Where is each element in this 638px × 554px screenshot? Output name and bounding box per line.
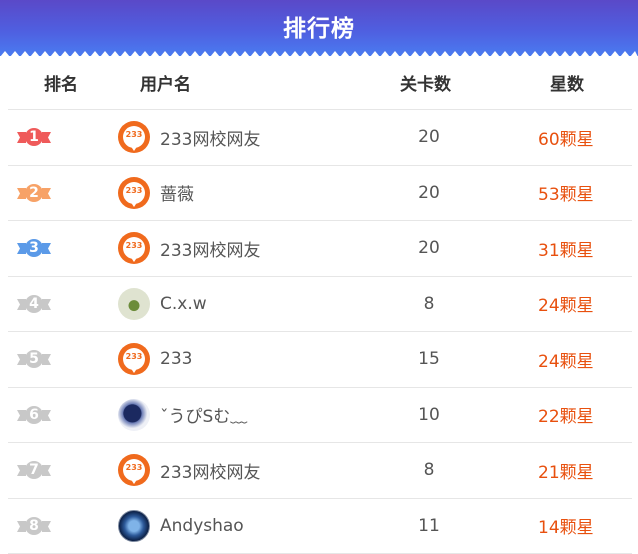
star-count: 14颗星 — [538, 499, 594, 554]
star-count: 24颗星 — [538, 332, 594, 387]
rank-badge-cell: 8 — [14, 499, 54, 554]
table-row: 2 233 蔷薇 20 53颗星 — [8, 166, 632, 222]
avatar-cell — [118, 388, 150, 443]
rank-number: 4 — [16, 293, 52, 315]
rank-badge-cell: 7 — [14, 443, 54, 498]
table-row: 4 C.x.w 8 24颗星 — [8, 277, 632, 333]
level-count: 10 — [404, 388, 454, 443]
avatar: 233 — [118, 454, 150, 486]
avatar — [118, 510, 150, 542]
avatar — [118, 399, 150, 431]
avatar: 233 — [118, 343, 150, 375]
column-header-rank: 排名 — [44, 56, 78, 109]
avatar-cell: 233 — [118, 166, 150, 221]
rank-badge-cell: 3 — [14, 221, 54, 276]
table-header-row: 排名 用户名 关卡数 星数 — [8, 56, 632, 110]
avatar-logo-text: 233 — [118, 241, 150, 250]
avatar-cell: 233 — [118, 110, 150, 165]
leaderboard-table: 排名 用户名 关卡数 星数 1 233 233网校网友 20 60颗星 2 233 蔷薇 20 5… — [0, 56, 638, 554]
rank-ribbon-icon: 3 — [16, 237, 52, 259]
username: Andyshao — [160, 499, 244, 554]
rank-ribbon-icon: 4 — [16, 293, 52, 315]
rank-number: 3 — [16, 237, 52, 259]
avatar-logo-text: 233 — [118, 463, 150, 472]
username: 233网校网友 — [160, 110, 260, 165]
avatar-logo-text: 233 — [118, 352, 150, 361]
table-row: 7 233 233网校网友 8 21颗星 — [8, 443, 632, 499]
level-count: 20 — [404, 110, 454, 165]
avatar-cell: 233 — [118, 443, 150, 498]
rank-number: 5 — [16, 348, 52, 370]
leaderboard-rows: 1 233 233网校网友 20 60颗星 2 233 蔷薇 20 53颗星 3 233 233网校网友… — [0, 110, 638, 554]
star-count: 31颗星 — [538, 221, 594, 276]
avatar-cell — [118, 499, 150, 554]
rank-ribbon-icon: 1 — [16, 126, 52, 148]
star-count: 21颗星 — [538, 443, 594, 498]
table-row: 5 233 233 15 24颗星 — [8, 332, 632, 388]
star-count: 22颗星 — [538, 388, 594, 443]
username: 233网校网友 — [160, 443, 260, 498]
rank-number: 2 — [16, 182, 52, 204]
star-count: 53颗星 — [538, 166, 594, 221]
page-header: 排行榜 — [0, 0, 638, 56]
avatar-cell — [118, 277, 150, 332]
table-row: 1 233 233网校网友 20 60颗星 — [8, 110, 632, 166]
rank-badge-cell: 1 — [14, 110, 54, 165]
star-count: 24颗星 — [538, 277, 594, 332]
rank-ribbon-icon: 5 — [16, 348, 52, 370]
level-count: 20 — [404, 221, 454, 276]
table-row: 3 233 233网校网友 20 31颗星 — [8, 221, 632, 277]
avatar-logo-text: 233 — [118, 130, 150, 139]
level-count: 8 — [404, 277, 454, 332]
level-count: 11 — [404, 499, 454, 554]
rank-ribbon-icon: 2 — [16, 182, 52, 204]
avatar: 233 — [118, 121, 150, 153]
column-header-user: 用户名 — [140, 56, 191, 109]
rank-badge-cell: 6 — [14, 388, 54, 443]
avatar: 233 — [118, 232, 150, 264]
rank-ribbon-icon: 7 — [16, 459, 52, 481]
level-count: 15 — [404, 332, 454, 387]
username: 蔷薇 — [160, 166, 194, 221]
rank-number: 6 — [16, 404, 52, 426]
column-header-stars: 星数 — [550, 56, 584, 109]
avatar — [118, 288, 150, 320]
avatar-cell: 233 — [118, 221, 150, 276]
rank-number: 8 — [16, 515, 52, 537]
username: C.x.w — [160, 277, 207, 332]
level-count: 8 — [404, 443, 454, 498]
username: ˇうぴSむ﹏ — [160, 388, 247, 443]
avatar-cell: 233 — [118, 332, 150, 387]
avatar-logo-text: 233 — [118, 186, 150, 195]
page-title: 排行榜 — [283, 9, 355, 43]
rank-number: 7 — [16, 459, 52, 481]
rank-badge-cell: 5 — [14, 332, 54, 387]
star-count: 60颗星 — [538, 110, 594, 165]
username: 233 — [160, 332, 192, 387]
level-count: 20 — [404, 166, 454, 221]
rank-ribbon-icon: 6 — [16, 404, 52, 426]
rank-badge-cell: 4 — [14, 277, 54, 332]
rank-badge-cell: 2 — [14, 166, 54, 221]
avatar: 233 — [118, 177, 150, 209]
rank-number: 1 — [16, 126, 52, 148]
rank-ribbon-icon: 8 — [16, 515, 52, 537]
column-header-level: 关卡数 — [400, 56, 451, 109]
username: 233网校网友 — [160, 221, 260, 276]
table-row: 6 ˇうぴSむ﹏ 10 22颗星 — [8, 388, 632, 444]
